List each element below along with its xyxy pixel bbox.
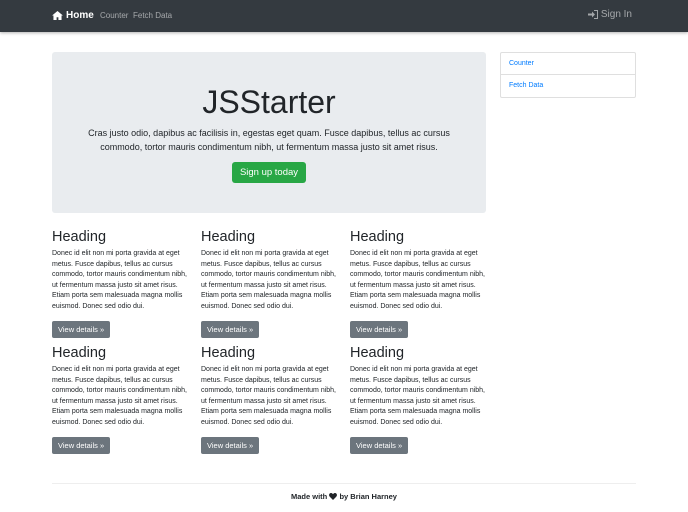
sidebar-list: Counter Fetch Data — [500, 52, 636, 98]
card-text: Donec id elit non mi porta gravida at eg… — [52, 366, 187, 426]
home-label: Home — [66, 10, 94, 21]
jumbotron-title: JSStarter — [202, 84, 336, 120]
navbar: Home Counter Fetch Data Sign In — [0, 0, 688, 32]
jumbotron-text: Cras justo odio, dapibus ac facilisis in… — [88, 128, 450, 152]
card-heading: Heading — [52, 345, 107, 361]
heart-icon — [329, 493, 338, 500]
home-icon — [52, 11, 63, 20]
feature-card: Heading Donec id elit non mi porta gravid… — [201, 345, 338, 454]
card-heading: Heading — [201, 345, 256, 361]
sign-up-button[interactable]: Sign up today — [231, 162, 307, 183]
card-text: Donec id elit non mi porta gravida at eg… — [201, 366, 336, 426]
card-text: Donec id elit non mi porta gravida at eg… — [350, 250, 485, 310]
sidebar-item-counter[interactable]: Counter — [501, 53, 635, 75]
footer: Made with by Brian Harney — [52, 483, 636, 501]
jumbotron: JSStarter Cras justo odio, dapibus ac fa… — [52, 52, 486, 213]
footer-prefix: Made with — [291, 492, 328, 501]
sign-in-label: Sign In — [600, 9, 632, 20]
feature-card: Heading Donec id elit non mi porta gravid… — [52, 345, 189, 454]
view-details-button[interactable]: View details » — [350, 320, 409, 338]
feature-card: Heading Donec id elit non mi porta gravid… — [201, 229, 338, 338]
sign-in-link[interactable]: Sign In — [587, 9, 632, 20]
view-details-button[interactable]: View details » — [52, 320, 111, 338]
card-heading: Heading — [350, 345, 405, 361]
feature-card: Heading Donec id elit non mi porta gravid… — [350, 345, 487, 454]
card-text: Donec id elit non mi porta gravida at eg… — [350, 366, 485, 426]
view-details-button[interactable]: View details » — [201, 320, 260, 338]
sidebar-item-fetch-data[interactable]: Fetch Data — [501, 75, 635, 97]
feature-card: Heading Donec id elit non mi porta gravid… — [52, 229, 189, 338]
card-heading: Heading — [350, 229, 405, 245]
sign-in-icon — [587, 10, 598, 19]
view-details-button[interactable]: View details » — [201, 436, 260, 454]
home-link[interactable]: Home — [52, 10, 94, 21]
card-text: Donec id elit non mi porta gravida at eg… — [201, 250, 336, 310]
feature-card: Heading Donec id elit non mi porta gravid… — [350, 229, 487, 338]
card-heading: Heading — [52, 229, 107, 245]
nav-fetch-data[interactable]: Fetch Data — [133, 11, 172, 20]
footer-suffix: by Brian Harney — [339, 492, 397, 501]
nav-counter[interactable]: Counter — [100, 11, 128, 20]
view-details-button[interactable]: View details » — [52, 436, 111, 454]
view-details-button[interactable]: View details » — [350, 436, 409, 454]
card-heading: Heading — [201, 229, 256, 245]
card-text: Donec id elit non mi porta gravida at eg… — [52, 250, 187, 310]
